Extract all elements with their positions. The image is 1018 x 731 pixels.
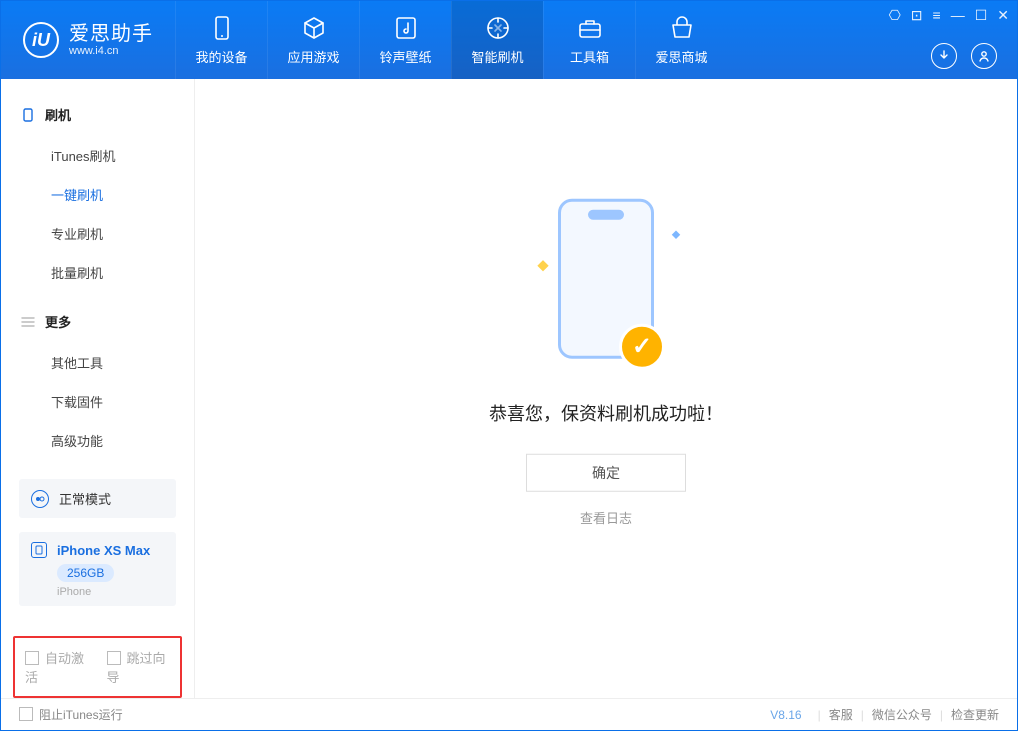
nav-label: 工具箱 (570, 47, 609, 66)
sparkle-icon (537, 260, 548, 271)
tshirt-icon[interactable]: ⎔ (889, 7, 901, 24)
app-name: 爱思助手 (69, 23, 153, 45)
device-name: iPhone XS Max (57, 543, 150, 558)
nav-label: 我的设备 (195, 47, 247, 66)
sidebar-item[interactable]: 下载固件 (1, 382, 194, 421)
nav-tab-store[interactable]: 爱思商城 (635, 1, 727, 79)
download-icon[interactable] (931, 43, 957, 69)
user-icon[interactable] (971, 43, 997, 69)
flash-icon (485, 15, 511, 41)
music-icon (393, 15, 419, 41)
toolbox-icon (577, 15, 603, 41)
store-icon (669, 15, 695, 41)
phone-illustration: ✓ (558, 198, 654, 358)
app-header: iU 爱思助手 www.i4.cn 我的设备 应用游戏 铃声壁纸 智能刷机 工具箱 爱思商… (1, 1, 1017, 79)
success-panel: ✓ 恭喜您，保资料刷机成功啦！ 确定 查看日志 (489, 198, 723, 526)
menu-icon (21, 315, 35, 329)
sparkle-icon (672, 230, 680, 238)
sidebar-item[interactable]: 专业刷机 (1, 214, 194, 253)
mode-label: 正常模式 (59, 489, 111, 508)
device-capacity: 256GB (57, 564, 114, 582)
sidebar-item[interactable]: 高级功能 (1, 421, 194, 460)
menu-icon[interactable]: ≡ (933, 7, 941, 24)
sidebar-item[interactable]: 其他工具 (1, 343, 194, 382)
sidebar: 刷机 iTunes刷机一键刷机专业刷机批量刷机更多其他工具下载固件高级功能 正常模… (1, 79, 195, 698)
success-message: 恭喜您，保资料刷机成功啦！ (489, 399, 723, 425)
footer-link-update[interactable]: 检查更新 (951, 706, 999, 723)
nav-label: 智能刷机 (471, 47, 523, 66)
sidebar-group-head: 更多 (1, 304, 194, 339)
window-controls: ⎔ ⊡ ≡ — ☐ ✕ (889, 7, 1009, 24)
ok-button[interactable]: 确定 (526, 453, 686, 491)
device-type: iPhone (57, 586, 164, 598)
check-icon: ✓ (619, 323, 665, 369)
mode-icon (31, 490, 49, 508)
nav-tab-apps[interactable]: 应用游戏 (267, 1, 359, 79)
footer-link-support[interactable]: 客服 (829, 706, 853, 723)
device-card[interactable]: iPhone XS Max 256GB iPhone (19, 532, 176, 606)
device-mode[interactable]: 正常模式 (19, 479, 176, 518)
main-nav: 我的设备 应用游戏 铃声壁纸 智能刷机 工具箱 爱思商城 (175, 1, 727, 79)
nav-tab-device[interactable]: 我的设备 (175, 1, 267, 79)
version-label: V8.16 (770, 708, 801, 722)
group-title: 刷机 (45, 105, 71, 124)
main-content: ✓ 恭喜您，保资料刷机成功啦！ 确定 查看日志 (195, 79, 1017, 698)
nav-label: 铃声壁纸 (379, 47, 431, 66)
device-icon (31, 542, 47, 558)
feedback-icon[interactable]: ⊡ (911, 7, 923, 24)
auto-activate-checkbox[interactable]: 自动激活 (25, 648, 89, 686)
close-button[interactable]: ✕ (997, 7, 1009, 24)
app-url: www.i4.cn (69, 45, 153, 57)
nav-label: 爱思商城 (655, 47, 707, 66)
skip-guide-checkbox[interactable]: 跳过向导 (107, 648, 171, 686)
nav-tab-music[interactable]: 铃声壁纸 (359, 1, 451, 79)
sidebar-item[interactable]: 一键刷机 (1, 175, 194, 214)
apps-icon (301, 15, 327, 41)
block-itunes-checkbox[interactable]: 阻止iTunes运行 (19, 706, 123, 723)
phone-icon (21, 108, 35, 122)
nav-tab-toolbox[interactable]: 工具箱 (543, 1, 635, 79)
options-highlight: 自动激活 跳过向导 (13, 636, 182, 698)
logo-icon: iU (23, 22, 59, 58)
sidebar-item[interactable]: 批量刷机 (1, 253, 194, 292)
nav-tab-flash[interactable]: 智能刷机 (451, 1, 543, 79)
view-log-link[interactable]: 查看日志 (489, 507, 723, 526)
sidebar-group-head: 刷机 (1, 97, 194, 132)
maximize-button[interactable]: ☐ (975, 7, 988, 24)
nav-label: 应用游戏 (287, 47, 339, 66)
minimize-button[interactable]: — (951, 7, 965, 24)
footer-link-wechat[interactable]: 微信公众号 (872, 706, 932, 723)
app-logo: iU 爱思助手 www.i4.cn (1, 1, 175, 79)
device-icon (209, 15, 235, 41)
sidebar-item[interactable]: iTunes刷机 (1, 136, 194, 175)
status-bar: 阻止iTunes运行 V8.16 | 客服 | 微信公众号 | 检查更新 (1, 698, 1017, 730)
group-title: 更多 (45, 312, 71, 331)
